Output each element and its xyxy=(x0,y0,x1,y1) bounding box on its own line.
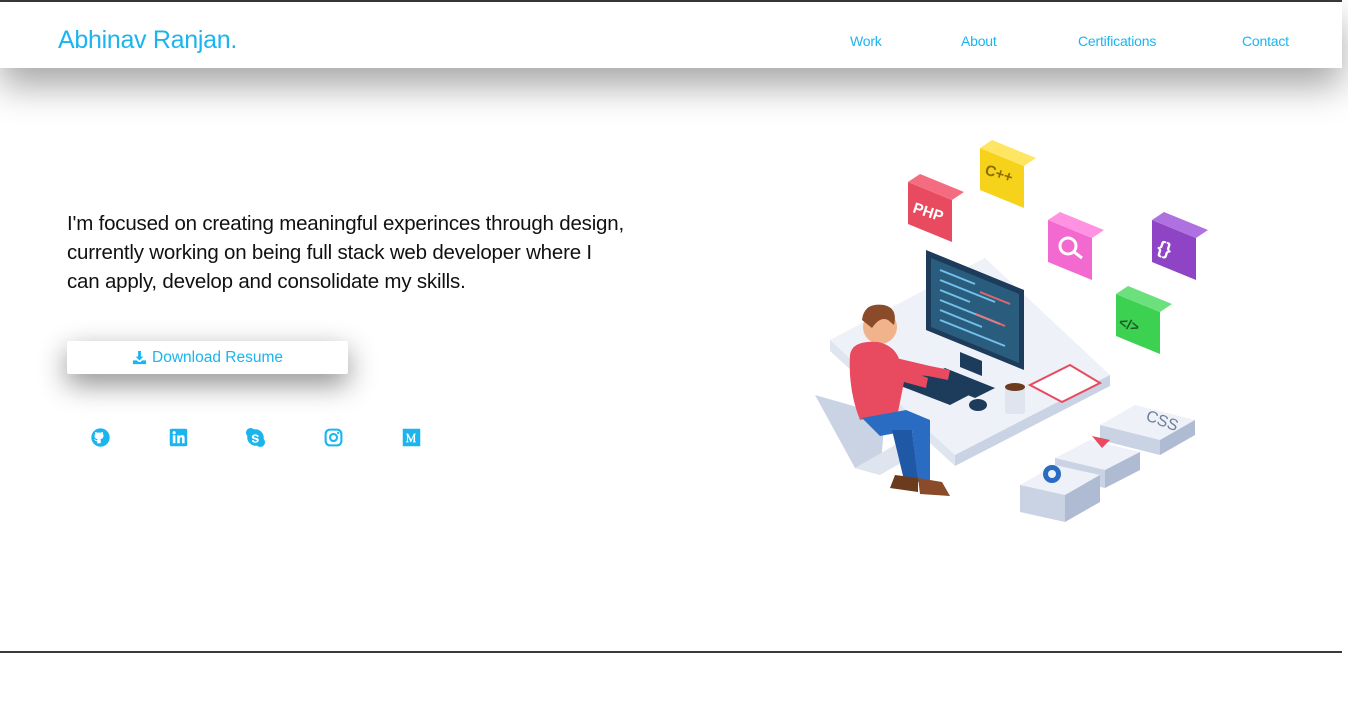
nav-work[interactable]: Work xyxy=(850,33,882,49)
download-label: Download Resume xyxy=(152,348,283,366)
bottom-border xyxy=(0,651,1342,653)
brand-logo[interactable]: Abhinav Ranjan. xyxy=(58,26,237,55)
nav-certifications[interactable]: Certifications xyxy=(1078,33,1156,49)
skype-link[interactable] xyxy=(245,427,266,448)
cpp-badge: C++ xyxy=(980,140,1036,208)
github-icon xyxy=(91,428,110,447)
medium-link[interactable] xyxy=(401,427,422,448)
search-badge xyxy=(1048,212,1104,280)
developer-illustration: CSS PHP C++ {} </> xyxy=(815,140,1208,522)
download-icon xyxy=(132,350,147,365)
intro-text: I'm focused on creating meaningful exper… xyxy=(67,212,624,293)
site-header: Abhinav Ranjan. Work About Certification… xyxy=(0,2,1342,68)
braces-badge: {} xyxy=(1152,212,1208,280)
instagram-link[interactable] xyxy=(323,427,344,448)
code-badge: </> xyxy=(1116,286,1172,354)
skype-icon xyxy=(245,427,266,448)
nav-about[interactable]: About xyxy=(961,33,997,49)
linkedin-link[interactable] xyxy=(168,427,189,448)
php-badge: PHP xyxy=(908,174,964,242)
instagram-icon xyxy=(324,428,343,447)
download-resume-button[interactable]: Download Resume xyxy=(67,341,348,374)
medium-icon xyxy=(402,428,421,447)
github-link[interactable] xyxy=(90,427,111,448)
nav-contact[interactable]: Contact xyxy=(1242,33,1289,49)
linkedin-icon xyxy=(169,428,188,447)
